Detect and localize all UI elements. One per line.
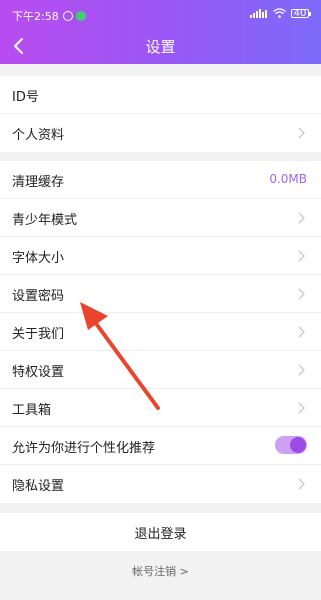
clock-text: 下午2:58	[12, 10, 59, 23]
row-label: 个人资料	[12, 128, 65, 143]
row-label: ID号	[12, 90, 39, 105]
chevron-right-icon	[298, 288, 305, 300]
row-label: 特权设置	[12, 365, 65, 380]
row-label: 允许为你进行个性化推荐	[12, 441, 156, 456]
chevron-right-icon	[298, 326, 305, 338]
battery-icon: 40	[291, 7, 311, 19]
battery-level: 40	[293, 7, 307, 19]
row-label: 青少年模式	[12, 213, 78, 228]
chevron-right-icon	[298, 212, 305, 224]
chevron-right-icon	[298, 402, 305, 414]
settings-row-id[interactable]: ID号	[0, 76, 321, 114]
signal-icon	[250, 9, 267, 18]
row-label: 设置密码	[12, 289, 65, 304]
settings-row-font-size[interactable]: 字体大小	[0, 237, 321, 275]
logout-button[interactable]: 退出登录	[0, 513, 321, 551]
chevron-right-icon	[298, 364, 305, 376]
header: 下午2:58 40 设置	[0, 0, 321, 64]
row-label: 工具箱	[12, 403, 52, 418]
annotation-arrow-icon	[80, 302, 160, 410]
chevron-right-icon	[298, 127, 305, 139]
dnd-icon	[62, 11, 73, 21]
personalized-recommendation-toggle[interactable]	[275, 436, 307, 454]
nav-bar: 设置	[0, 30, 321, 64]
account-group: ID号 个人资料	[0, 76, 321, 152]
status-time: 下午2:58	[12, 8, 86, 24]
page-title: 设置	[145, 38, 176, 56]
status-icons: 40	[250, 7, 311, 19]
settings-row-privacy[interactable]: 隐私设置	[0, 465, 321, 503]
toggle-knob	[290, 437, 306, 453]
row-label: 隐私设置	[12, 479, 65, 494]
settings-row-personalized-recommendation: 允许为你进行个性化推荐	[0, 427, 321, 465]
row-label: 字体大小	[12, 251, 65, 266]
settings-row-profile[interactable]: 个人资料	[0, 114, 321, 152]
wifi-icon	[273, 8, 286, 18]
cancel-account-link[interactable]: 帐号注销 >	[0, 563, 321, 579]
cache-size-value: 0.0MB	[269, 172, 307, 186]
status-bar: 下午2:58 40	[0, 0, 321, 30]
row-label: 清理缓存	[12, 175, 65, 190]
settings-row-teen-mode[interactable]: 青少年模式	[0, 199, 321, 237]
chevron-right-icon	[298, 250, 305, 262]
wechat-notification-icon	[75, 11, 86, 21]
logout-label: 退出登录	[134, 527, 187, 542]
settings-row-clear-cache[interactable]: 清理缓存 0.0MB	[0, 161, 321, 199]
chevron-right-icon	[298, 478, 305, 490]
row-label: 关于我们	[12, 327, 65, 342]
